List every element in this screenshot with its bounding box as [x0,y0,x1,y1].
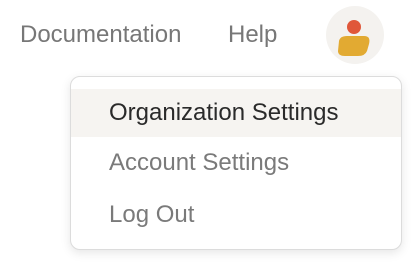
top-navigation: Documentation Help [0,0,418,70]
menu-item-log-out[interactable]: Log Out [71,191,401,239]
menu-item-account-settings[interactable]: Account Settings [71,139,401,187]
help-link[interactable]: Help [228,20,277,50]
menu-item-organization-settings[interactable]: Organization Settings [71,89,401,137]
documentation-link[interactable]: Documentation [20,20,181,50]
user-dropdown-menu: Organization Settings Account Settings L… [70,76,402,250]
person-icon [338,20,370,56]
user-avatar-button[interactable] [326,6,384,64]
